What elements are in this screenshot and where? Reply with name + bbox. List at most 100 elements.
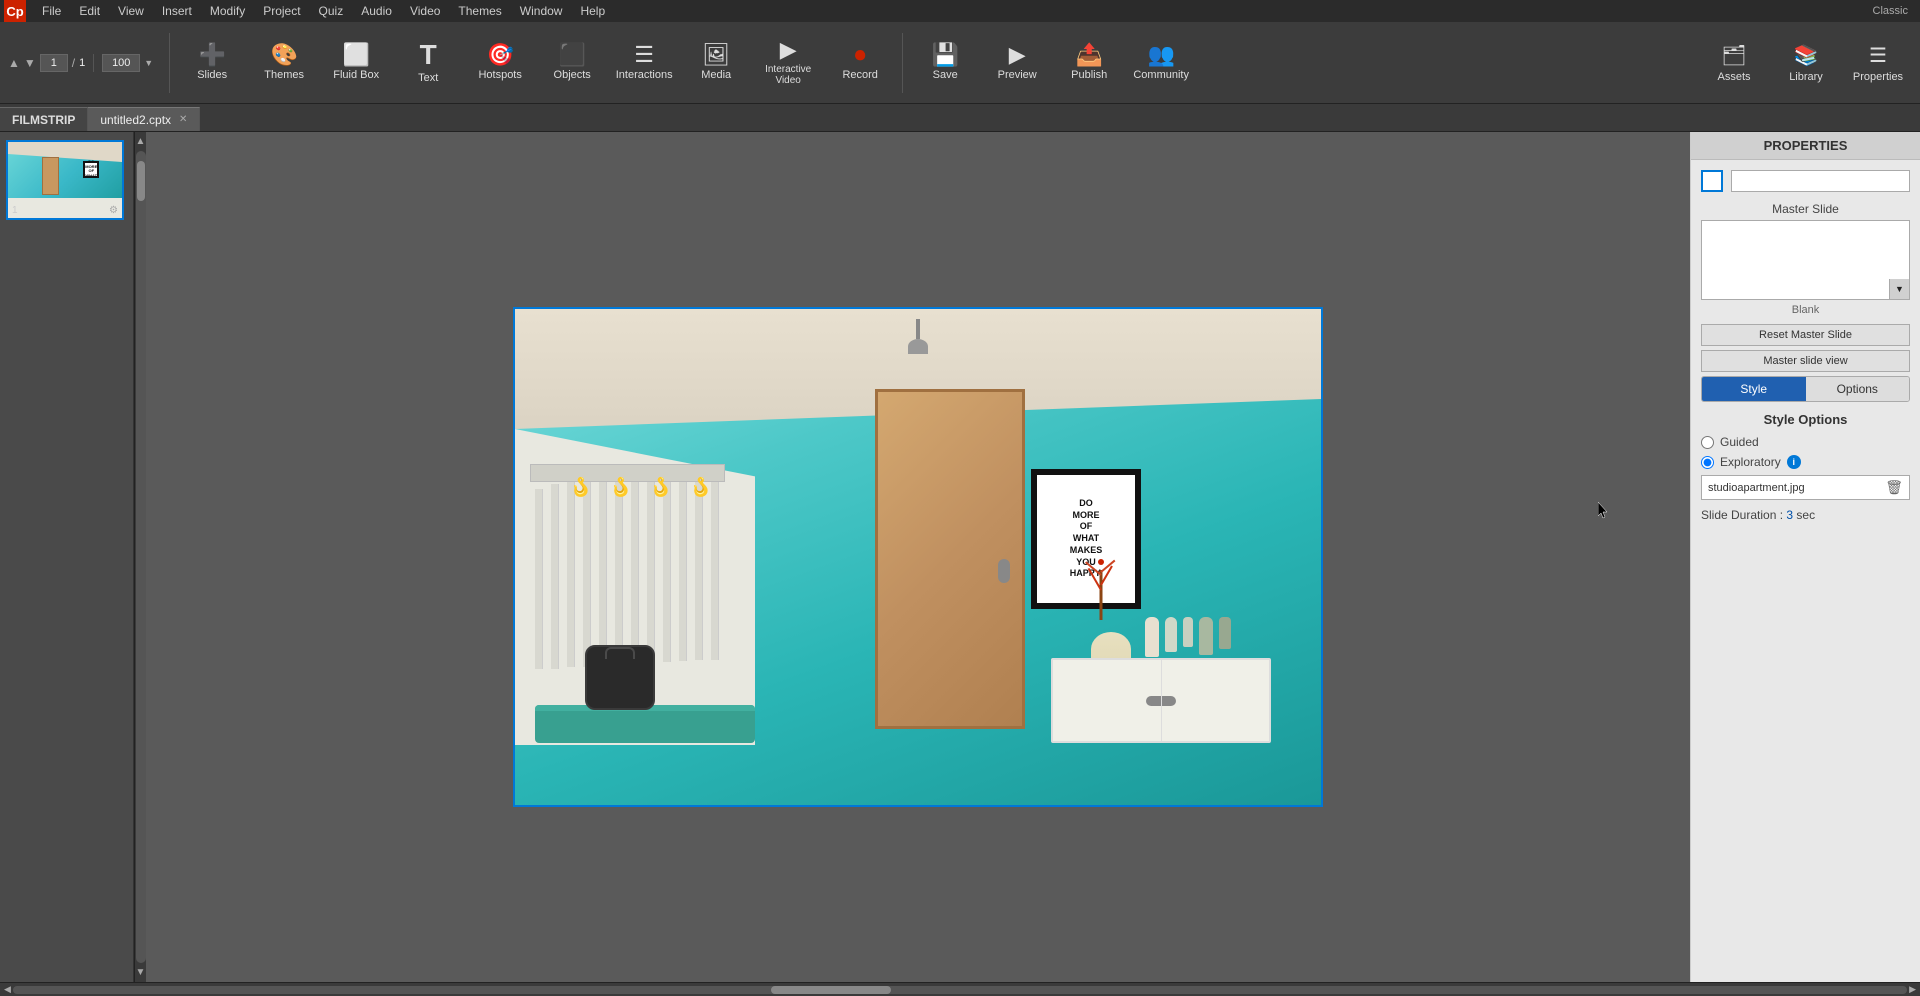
canvas-area[interactable]: 🪝 🪝 🪝 🪝 DOMOREOFWHATMAKESYOUHAPPY. bbox=[146, 132, 1690, 982]
vertical-scrollbar[interactable]: ▲ ▼ bbox=[134, 132, 146, 982]
bench bbox=[535, 705, 755, 743]
hotspots-icon: 🎯 bbox=[486, 44, 513, 66]
fluid-box-button[interactable]: ⬜ Fluid Box bbox=[322, 28, 390, 98]
bottles bbox=[1145, 617, 1231, 657]
menu-view[interactable]: View bbox=[110, 2, 152, 20]
reset-master-slide-button[interactable]: Reset Master Slide bbox=[1701, 324, 1910, 346]
plank-7 bbox=[631, 470, 639, 663]
menu-themes[interactable]: Themes bbox=[450, 2, 509, 20]
themes-icon: 🎨 bbox=[270, 44, 297, 66]
menu-window[interactable]: Window bbox=[512, 2, 571, 20]
plank-6 bbox=[615, 472, 623, 665]
slide-duration-label: Slide Duration : bbox=[1701, 508, 1783, 522]
slide-thumbnail-1[interactable]: DO MORE OF WHAT 1 ⚙ bbox=[6, 140, 124, 220]
blank-label: Blank bbox=[1701, 304, 1910, 316]
record-button[interactable]: ⏺ Record bbox=[826, 28, 894, 98]
interactions-button[interactable]: ☰ Interactions bbox=[610, 28, 678, 98]
interactive-video-button[interactable]: ▶ Interactive Video bbox=[754, 28, 822, 98]
menu-quiz[interactable]: Quiz bbox=[311, 2, 352, 20]
community-button[interactable]: 👥 Community bbox=[1127, 28, 1195, 98]
slides-button[interactable]: ➕ Slides bbox=[178, 28, 246, 98]
hscroll-thumb[interactable] bbox=[771, 986, 891, 994]
hscroll-track[interactable] bbox=[13, 986, 1907, 994]
exploratory-label: Exploratory bbox=[1720, 455, 1781, 469]
plank-2 bbox=[551, 484, 559, 669]
menu-file[interactable]: File bbox=[34, 2, 69, 20]
publish-button[interactable]: 📤 Publish bbox=[1055, 28, 1123, 98]
options-tab[interactable]: Options bbox=[1806, 377, 1910, 401]
library-button[interactable]: 📚 Library bbox=[1772, 28, 1840, 98]
exploratory-radio[interactable] bbox=[1701, 456, 1714, 469]
media-button[interactable]: 🖼 Media bbox=[682, 28, 750, 98]
color-row bbox=[1701, 170, 1910, 192]
zoom-dropdown-icon[interactable]: ▼ bbox=[144, 58, 153, 68]
preview-button[interactable]: ▶ Preview bbox=[983, 28, 1051, 98]
file-tab[interactable]: untitled2.cptx ✕ bbox=[88, 107, 200, 131]
master-slide-view-button[interactable]: Master slide view bbox=[1701, 350, 1910, 372]
text-icon: T bbox=[420, 41, 437, 69]
properties-body: Master Slide ▼ Blank Reset Master Slide … bbox=[1691, 160, 1920, 982]
slide-settings-icon[interactable]: ⚙ bbox=[109, 205, 118, 216]
scroll-left-arrow[interactable]: ◀ bbox=[4, 984, 11, 995]
menu-bar: Cp File Edit View Insert Modify Project … bbox=[0, 0, 1920, 22]
guided-label: Guided bbox=[1720, 435, 1759, 449]
scroll-track[interactable] bbox=[136, 151, 146, 963]
color-input[interactable] bbox=[1731, 170, 1910, 192]
slide-canvas[interactable]: 🪝 🪝 🪝 🪝 DOMOREOFWHATMAKESYOUHAPPY. bbox=[513, 307, 1323, 807]
plank-1 bbox=[535, 489, 543, 669]
scroll-right-arrow[interactable]: ▶ bbox=[1909, 984, 1916, 995]
menu-project[interactable]: Project bbox=[255, 2, 308, 20]
tab-bar: FILMSTRIP untitled2.cptx ✕ bbox=[0, 104, 1920, 132]
slide-duration-value[interactable]: 3 bbox=[1786, 508, 1793, 522]
media-icon: 🖼 bbox=[702, 44, 730, 66]
themes-button[interactable]: 🎨 Themes bbox=[250, 28, 318, 98]
menu-insert[interactable]: Insert bbox=[154, 2, 200, 20]
right-toolbar: 🗂 Assets 📚 Library ☰ Properties bbox=[1700, 28, 1912, 98]
community-icon: 👥 bbox=[1147, 44, 1174, 66]
save-icon: 💾 bbox=[931, 44, 958, 66]
master-slide-dropdown[interactable]: ▼ bbox=[1889, 279, 1909, 299]
properties-button[interactable]: ☰ Properties bbox=[1844, 28, 1912, 98]
plank-10 bbox=[679, 466, 687, 661]
scroll-thumb[interactable] bbox=[137, 161, 145, 201]
horizontal-scrollbar[interactable]: ◀ ▶ bbox=[0, 982, 1920, 996]
filmstrip-tab[interactable]: FILMSTRIP bbox=[0, 107, 88, 131]
menu-video[interactable]: Video bbox=[402, 2, 448, 20]
menu-help[interactable]: Help bbox=[572, 2, 613, 20]
preview-icon: ▶ bbox=[1009, 44, 1026, 66]
save-button[interactable]: 💾 Save bbox=[911, 28, 979, 98]
zoom-input[interactable]: 100 bbox=[102, 54, 140, 72]
menu-edit[interactable]: Edit bbox=[71, 2, 108, 20]
bag bbox=[585, 645, 655, 710]
objects-button[interactable]: ⬛ Objects bbox=[538, 28, 606, 98]
fluid-box-icon: ⬜ bbox=[342, 44, 369, 66]
toolbar-sep-1 bbox=[169, 33, 170, 93]
hotspots-button[interactable]: 🎯 Hotspots bbox=[466, 28, 534, 98]
color-swatch[interactable] bbox=[1701, 170, 1723, 192]
down-arrow-icon[interactable]: ▼ bbox=[24, 56, 36, 70]
door bbox=[875, 389, 1025, 729]
menu-modify[interactable]: Modify bbox=[202, 2, 253, 20]
master-slide-box[interactable]: ▼ bbox=[1701, 220, 1910, 300]
delete-background-icon[interactable]: 🗑 bbox=[1885, 479, 1903, 496]
record-icon: ⏺ bbox=[855, 44, 866, 66]
interactions-icon: ☰ bbox=[634, 44, 654, 66]
file-tab-close[interactable]: ✕ bbox=[179, 114, 187, 125]
current-slide-input[interactable]: 1 bbox=[40, 54, 68, 72]
text-button[interactable]: T Text bbox=[394, 28, 462, 98]
plank-5 bbox=[599, 474, 607, 667]
menu-audio[interactable]: Audio bbox=[353, 2, 400, 20]
app-logo: Cp bbox=[4, 0, 26, 22]
up-arrow-icon[interactable]: ▲ bbox=[8, 56, 20, 70]
hook-1: 🪝 bbox=[570, 477, 592, 498]
master-slide-label: Master Slide bbox=[1701, 202, 1910, 216]
guided-radio[interactable] bbox=[1701, 436, 1714, 449]
cabinet bbox=[1051, 658, 1271, 743]
assets-button[interactable]: 🗂 Assets bbox=[1700, 28, 1768, 98]
info-icon[interactable]: i bbox=[1787, 455, 1801, 469]
slides-icon: ➕ bbox=[198, 44, 225, 66]
style-tab[interactable]: Style bbox=[1702, 377, 1806, 401]
cursor bbox=[1598, 502, 1610, 520]
properties-icon: ☰ bbox=[1869, 43, 1887, 68]
hook-3: 🪝 bbox=[650, 477, 672, 498]
